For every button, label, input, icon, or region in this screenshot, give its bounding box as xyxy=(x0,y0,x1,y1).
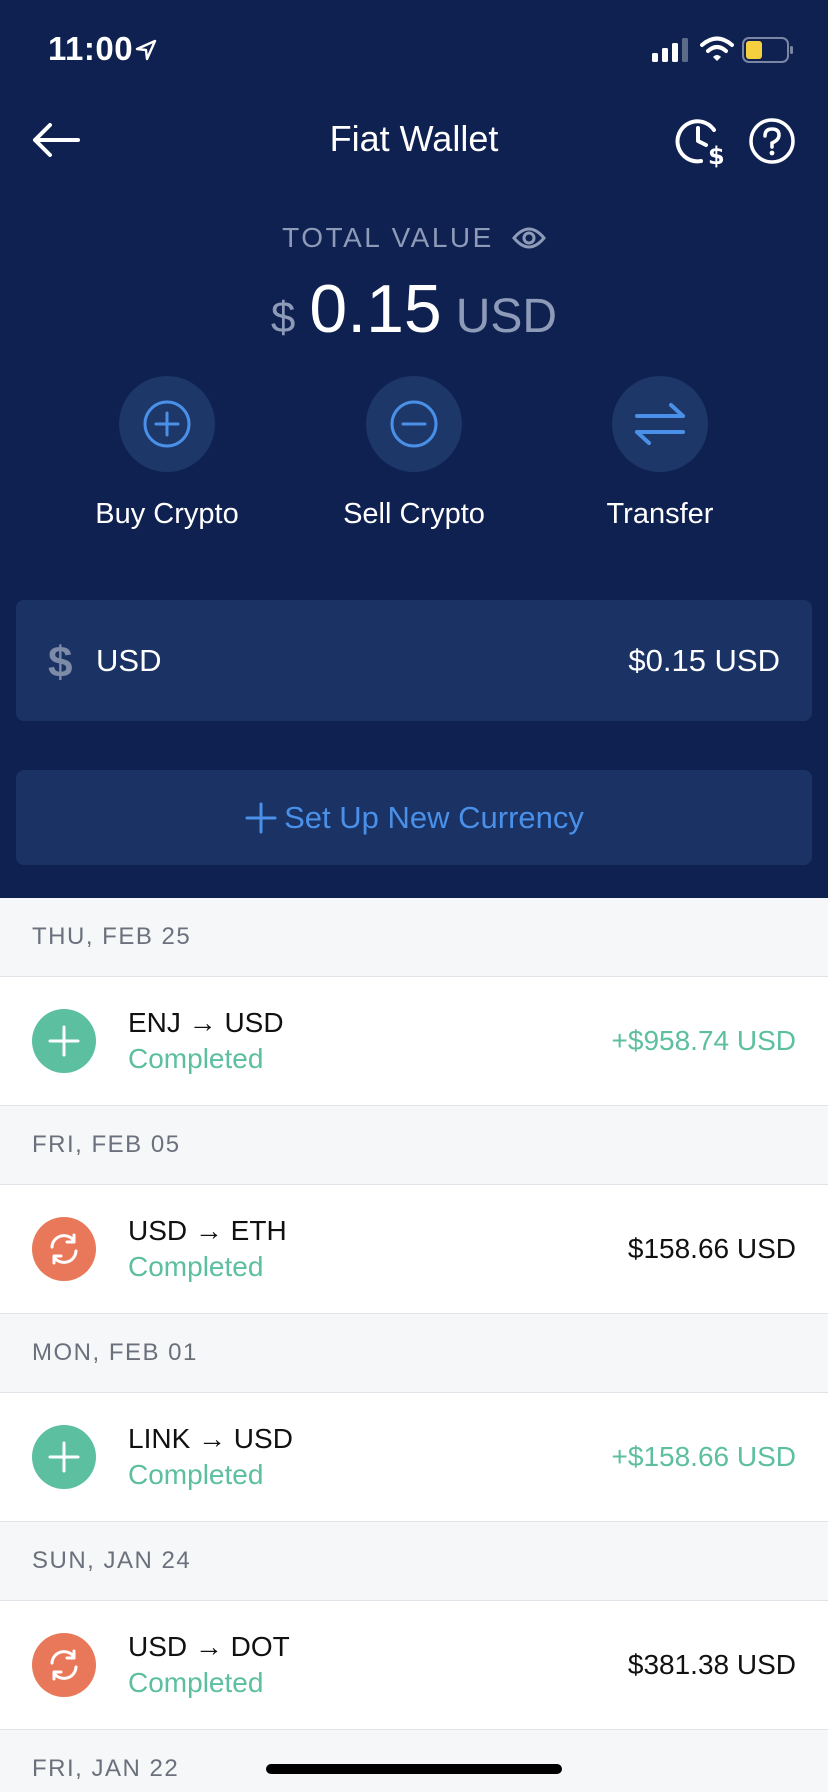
transfer-circle[interactable] xyxy=(612,376,708,472)
total-value-label: TOTAL VALUE xyxy=(282,222,494,253)
cellular-signal-icon xyxy=(652,38,688,62)
sell-crypto-button[interactable]: Sell Crypto xyxy=(304,376,524,531)
transaction-history-icon[interactable]: $ xyxy=(674,114,728,168)
plus-icon xyxy=(245,802,277,833)
date-header: FRI, FEB 05 xyxy=(0,1106,828,1185)
transaction-row[interactable]: LINK → USD Completed +$158.66 USD xyxy=(0,1393,828,1522)
transaction-pair: USD → ETH xyxy=(128,1215,287,1246)
transaction-amount: +$958.74 USD xyxy=(611,1025,796,1056)
transfer-button[interactable]: Transfer xyxy=(550,376,770,531)
transaction-pair: USD → DOT xyxy=(128,1631,290,1662)
transaction-amount: $158.66 USD xyxy=(627,1233,796,1264)
swap-icon xyxy=(32,1217,96,1281)
buy-crypto-button[interactable]: Buy Crypto xyxy=(57,376,277,531)
home-indicator[interactable] xyxy=(266,1764,562,1774)
deposit-icon xyxy=(32,1009,96,1073)
usd-balance: $0.15 USD xyxy=(628,643,780,678)
transaction-list: THU, FEB 25 ENJ → USD Completed +$958.74… xyxy=(0,898,828,1792)
transaction-status: Completed xyxy=(128,1459,264,1490)
transaction-row[interactable]: USD → ETH Completed $158.66 USD xyxy=(0,1185,828,1314)
swap-icon xyxy=(32,1633,96,1697)
total-value-amount: 0.15 xyxy=(309,271,442,347)
total-value-unit: USD xyxy=(455,290,558,343)
plus-circle-icon xyxy=(143,400,191,448)
svg-text:$: $ xyxy=(708,142,725,168)
deposit-icon xyxy=(32,1425,96,1489)
transaction-status: Completed xyxy=(128,1667,264,1698)
transaction-pair: LINK → USD xyxy=(128,1423,293,1454)
total-value: $ 0.15 USD xyxy=(0,270,828,348)
total-value-currency-symbol: $ xyxy=(270,293,296,342)
minus-circle-icon xyxy=(390,400,438,448)
transfer-label: Transfer xyxy=(606,498,714,530)
transaction-status: Completed xyxy=(128,1251,264,1282)
date-header: FRI, JAN 22 xyxy=(0,1730,828,1792)
wifi-icon xyxy=(700,36,734,61)
sell-crypto-label: Sell Crypto xyxy=(343,498,485,530)
date-header: THU, FEB 25 xyxy=(0,898,828,977)
transaction-pair: ENJ → USD xyxy=(128,1007,284,1038)
usd-balance-card[interactable]: $ USD $0.15 USD xyxy=(16,600,812,721)
eye-icon[interactable] xyxy=(511,225,546,251)
date-header: MON, FEB 01 xyxy=(0,1314,828,1393)
buy-crypto-label: Buy Crypto xyxy=(95,498,239,530)
status-time: 11:00 xyxy=(48,30,134,67)
transaction-status: Completed xyxy=(128,1043,264,1074)
date-header: SUN, JAN 24 xyxy=(0,1522,828,1601)
sell-crypto-circle[interactable] xyxy=(366,376,462,472)
set-up-new-currency-label: Set Up New Currency xyxy=(284,799,584,835)
transaction-row[interactable]: USD → DOT Completed $381.38 USD xyxy=(0,1601,828,1730)
buy-crypto-circle[interactable] xyxy=(119,376,215,472)
set-up-new-currency-button[interactable]: Set Up New Currency xyxy=(16,770,812,865)
battery-icon xyxy=(742,37,793,63)
help-icon[interactable] xyxy=(748,117,796,165)
header-section: 11:00 Fiat Wallet $ TOTAL VALUE $ 0.15 U… xyxy=(0,0,828,898)
transfer-arrows-icon xyxy=(635,403,685,445)
usd-currency-label: USD xyxy=(96,643,162,678)
transaction-amount: $381.38 USD xyxy=(627,1649,796,1680)
dollar-icon: $ xyxy=(48,638,73,687)
total-value-label-row: TOTAL VALUE xyxy=(0,222,828,254)
location-arrow-icon xyxy=(135,39,157,61)
transaction-amount: +$158.66 USD xyxy=(611,1441,796,1472)
transaction-row[interactable]: ENJ → USD Completed +$958.74 USD xyxy=(0,977,828,1106)
